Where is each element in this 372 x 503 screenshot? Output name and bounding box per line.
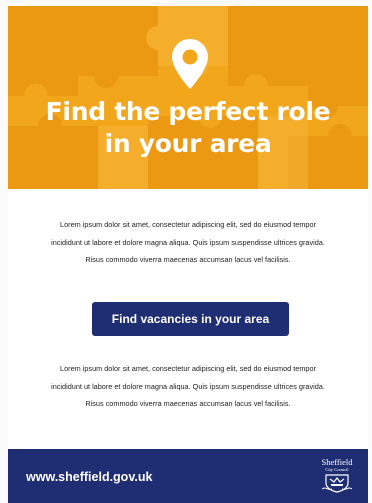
intro-paragraph: Lorem ipsum dolor sit amet, consectetur … [51, 220, 325, 264]
logo-wordmark: Sheffield [321, 457, 353, 467]
page: Find the perfect role in your area Lorem… [0, 0, 372, 503]
footer-bar: www.sheffield.gov.uk Sheffield City Coun… [8, 449, 368, 503]
coat-of-arms-icon [322, 474, 352, 493]
hero-title: Find the perfect role in your area [8, 96, 368, 160]
email-card: Find the perfect role in your area Lorem… [8, 6, 368, 503]
website-link[interactable]: www.sheffield.gov.uk [26, 469, 152, 485]
hero-title-line-1: Find the perfect role [45, 97, 331, 126]
hero-banner: Find the perfect role in your area [8, 6, 368, 189]
secondary-paragraph: Lorem ipsum dolor sit amet, consectetur … [51, 364, 325, 408]
hero-title-line-2: in your area [104, 129, 272, 158]
location-pin-icon [172, 39, 208, 89]
sheffield-council-logo: Sheffield City Council [314, 458, 360, 498]
logo-subtitle: City Council [325, 467, 349, 472]
find-vacancies-button[interactable]: Find vacancies in your area [92, 302, 289, 336]
